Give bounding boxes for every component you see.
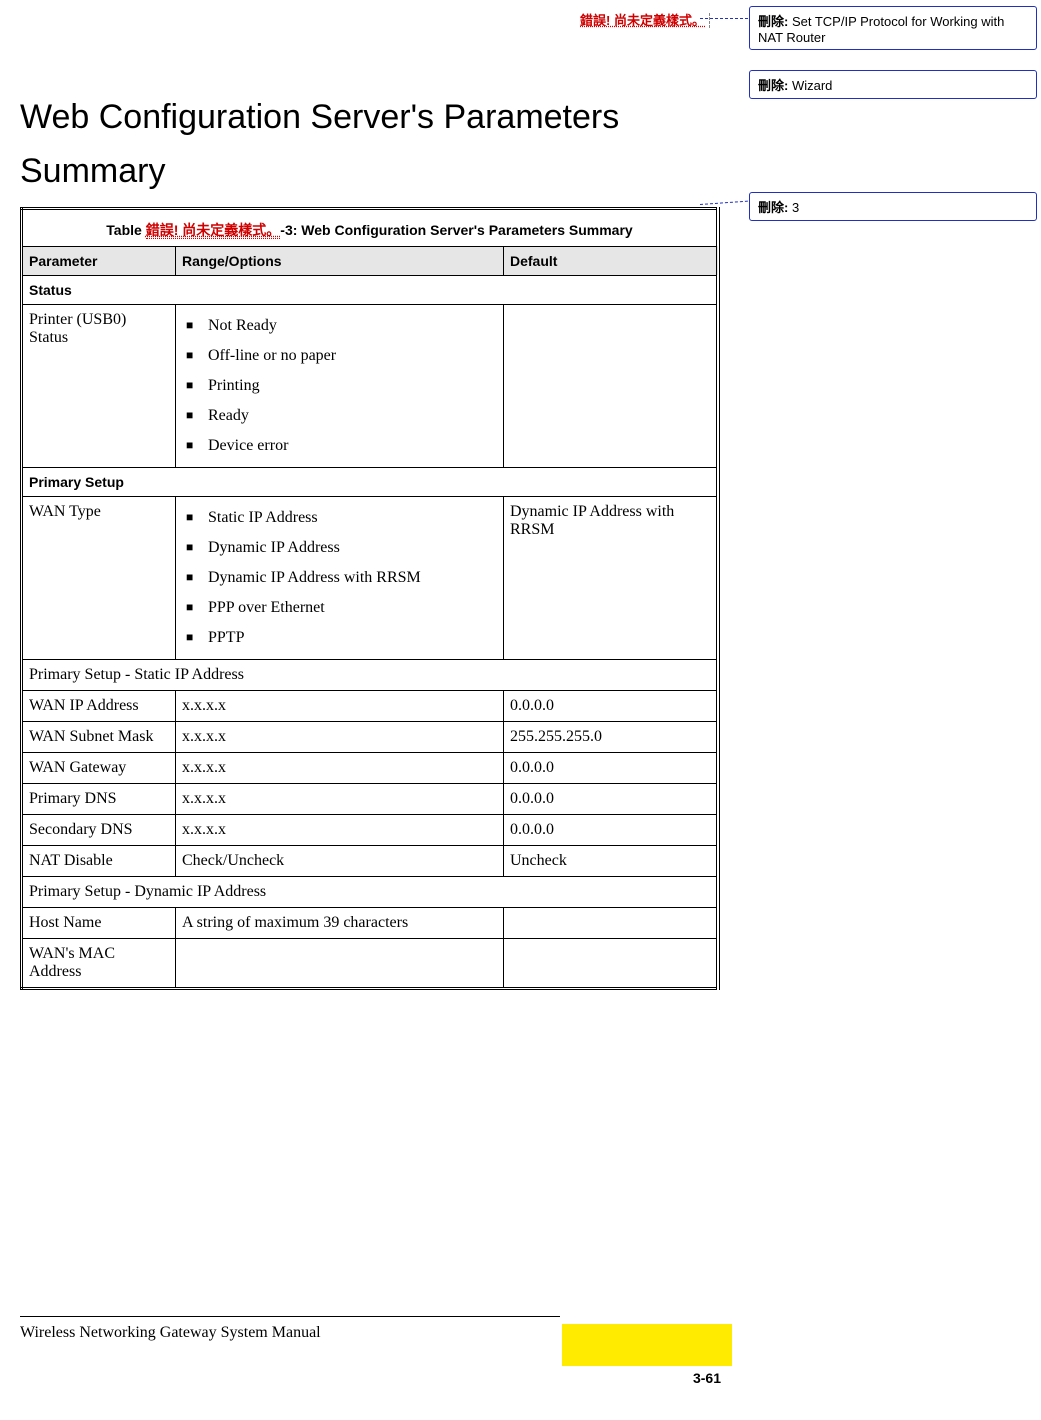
- param-cell: Secondary DNS: [22, 814, 176, 845]
- table-row: Host Name A string of maximum 39 charact…: [22, 907, 719, 938]
- caption-prefix: Table: [106, 222, 145, 238]
- caption-suffix: -3: Web Configuration Server's Parameter…: [280, 222, 632, 238]
- default-cell: Dynamic IP Address with RRSM: [504, 496, 719, 659]
- list-item: Not Ready: [186, 311, 497, 341]
- page-title: Web Configuration Server's Parameters Su…: [20, 90, 720, 199]
- param-cell: WAN Type: [22, 496, 176, 659]
- table-row: Secondary DNS x.x.x.x 0.0.0.0: [22, 814, 719, 845]
- default-cell: [504, 304, 719, 467]
- param-cell: WAN's MAC Address: [22, 938, 176, 988]
- balloon-label: 刪除:: [758, 78, 788, 93]
- list-item: Off-line or no paper: [186, 341, 497, 371]
- balloon-connector: [700, 18, 748, 19]
- param-cell: Printer (USB0) Status: [22, 304, 176, 467]
- page-number: 3-61: [693, 1370, 721, 1386]
- default-cell: 0.0.0.0: [504, 690, 719, 721]
- table-row: WAN Gateway x.x.x.x 0.0.0.0: [22, 752, 719, 783]
- table-row: Printer (USB0) Status Not Ready Off-line…: [22, 304, 719, 467]
- table-row: WAN Type Static IP Address Dynamic IP Ad…: [22, 496, 719, 659]
- list-item: Static IP Address: [186, 503, 497, 533]
- range-cell: A string of maximum 39 characters: [176, 907, 504, 938]
- table-row: NAT Disable Check/Uncheck Uncheck: [22, 845, 719, 876]
- range-cell: Static IP Address Dynamic IP Address Dyn…: [176, 496, 504, 659]
- th-default: Default: [504, 246, 719, 275]
- revision-balloon: 刪除: 3: [749, 192, 1037, 221]
- range-cell: x.x.x.x: [176, 814, 504, 845]
- range-cell: x.x.x.x: [176, 721, 504, 752]
- section-status: Status: [22, 275, 719, 304]
- default-cell: [504, 907, 719, 938]
- list-item: Device error: [186, 431, 497, 461]
- footer-text: Wireless Networking Gateway System Manua…: [20, 1324, 321, 1342]
- range-cell: [176, 938, 504, 988]
- th-parameter: Parameter: [22, 246, 176, 275]
- header-error-text: 錯誤! 尚未定義樣式。: [580, 13, 705, 28]
- list-item: Dynamic IP Address with RRSM: [186, 563, 497, 593]
- range-cell: Check/Uncheck: [176, 845, 504, 876]
- list-item: Dynamic IP Address: [186, 533, 497, 563]
- default-cell: 0.0.0.0: [504, 783, 719, 814]
- default-cell: 255.255.255.0: [504, 721, 719, 752]
- range-cell: x.x.x.x: [176, 752, 504, 783]
- subsection-static-ip: Primary Setup - Static IP Address: [22, 659, 719, 690]
- subsection-dynamic-ip: Primary Setup - Dynamic IP Address: [22, 876, 719, 907]
- table-caption: Table 錯誤! 尚未定義樣式。-3: Web Configuration S…: [22, 208, 719, 246]
- caption-error: 錯誤! 尚未定義樣式。: [146, 222, 281, 239]
- default-cell: Uncheck: [504, 845, 719, 876]
- list-item: PPTP: [186, 623, 497, 653]
- footer-rule: [20, 1316, 560, 1317]
- param-cell: WAN Gateway: [22, 752, 176, 783]
- default-cell: [504, 938, 719, 988]
- range-cell: x.x.x.x: [176, 783, 504, 814]
- balloon-text: 3: [788, 200, 799, 215]
- header-error: 錯誤! 尚未定義樣式。: [20, 10, 710, 30]
- param-cell: Host Name: [22, 907, 176, 938]
- param-cell: NAT Disable: [22, 845, 176, 876]
- highlight-bar: [562, 1324, 732, 1366]
- list-item: Printing: [186, 371, 497, 401]
- balloon-label: 刪除:: [758, 14, 788, 29]
- text-cursor: [707, 13, 710, 28]
- table-row: Primary DNS x.x.x.x 0.0.0.0: [22, 783, 719, 814]
- revision-balloon: 刪除: Set TCP/IP Protocol for Working with…: [749, 6, 1037, 50]
- param-cell: WAN Subnet Mask: [22, 721, 176, 752]
- default-cell: 0.0.0.0: [504, 814, 719, 845]
- range-cell: Not Ready Off-line or no paper Printing …: [176, 304, 504, 467]
- balloon-text: Wizard: [788, 78, 832, 93]
- revision-balloon: 刪除: Wizard: [749, 70, 1037, 99]
- list-item: PPP over Ethernet: [186, 593, 497, 623]
- section-primary-setup: Primary Setup: [22, 467, 719, 496]
- default-cell: 0.0.0.0: [504, 752, 719, 783]
- table-row: WAN's MAC Address: [22, 938, 719, 988]
- range-cell: x.x.x.x: [176, 690, 504, 721]
- balloon-label: 刪除:: [758, 200, 788, 215]
- list-item: Ready: [186, 401, 497, 431]
- param-cell: WAN IP Address: [22, 690, 176, 721]
- table-row: WAN IP Address x.x.x.x 0.0.0.0: [22, 690, 719, 721]
- param-cell: Primary DNS: [22, 783, 176, 814]
- th-range: Range/Options: [176, 246, 504, 275]
- table-row: WAN Subnet Mask x.x.x.x 255.255.255.0: [22, 721, 719, 752]
- balloon-text: Set TCP/IP Protocol for Working with NAT…: [758, 14, 1004, 45]
- parameters-table: Table 錯誤! 尚未定義樣式。-3: Web Configuration S…: [20, 207, 720, 990]
